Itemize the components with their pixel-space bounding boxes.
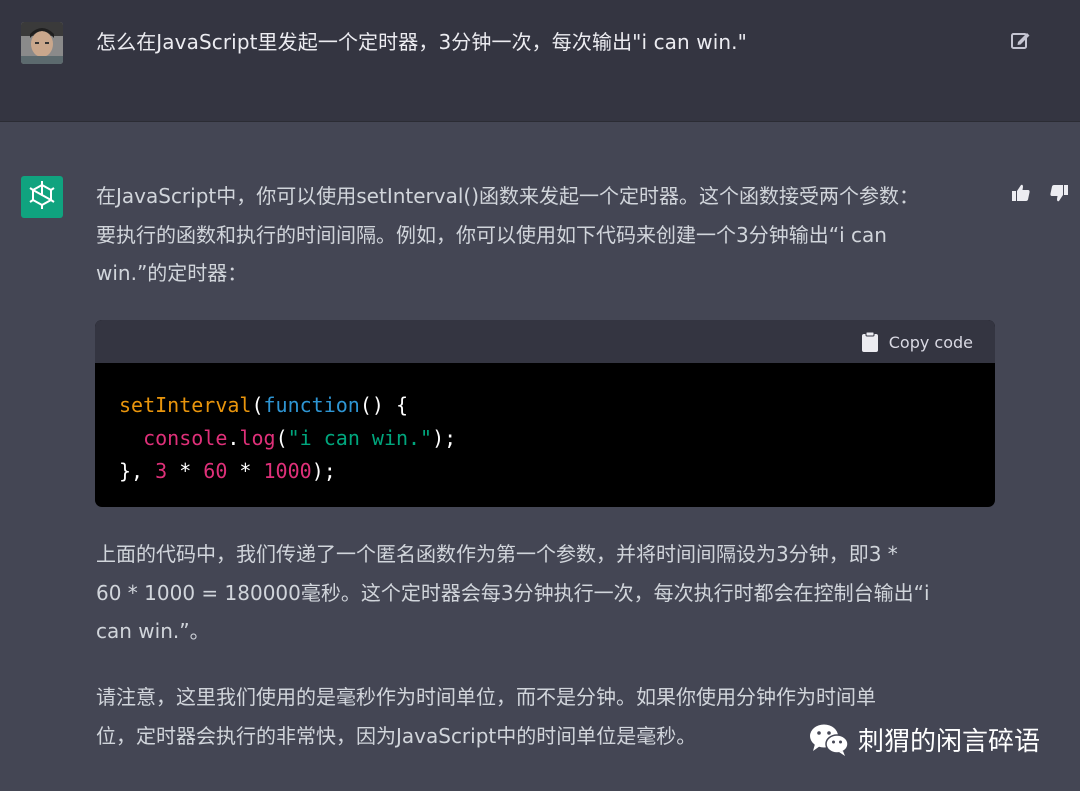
code-line-2: console.log("i can win."); [119, 426, 456, 450]
assistant-explanation: 上面的代码中，我们传递了一个匿名函数作为第一个参数，并将时间间隔设为3分钟，即3… [96, 535, 996, 651]
assistant-message-row: 在JavaScript中，你可以使用setInterval()函数来发起一个定时… [0, 122, 1080, 791]
assistant-intro: 在JavaScript中，你可以使用setInterval()函数来发起一个定时… [96, 177, 996, 293]
code-token: 1000 [263, 459, 312, 483]
watermark-text: 刺猬的闲言碎语 [858, 727, 1041, 757]
code-content: setInterval(function() { console.log("i … [95, 363, 995, 488]
note-line: 请注意，这里我们使用的是毫秒作为时间单位，而不是分钟。如果你使用分钟作为时间单 [96, 685, 876, 709]
clipboard-icon [861, 331, 878, 352]
explanation-line: can win.”。 [96, 619, 210, 643]
explanation-line: 60 * 1000 = 180000毫秒。这个定时器会每3分钟执行一次，每次执行… [96, 580, 930, 605]
code-token: console [143, 426, 228, 450]
user-message-text: 怎么在JavaScript里发起一个定时器，3分钟一次，每次输出"i can w… [96, 30, 747, 54]
code-token: 3 [155, 459, 168, 483]
explanation-line: 上面的代码中，我们传递了一个匿名函数作为第一个参数，并将时间间隔设为3分钟，即3… [96, 542, 898, 566]
copy-code-button[interactable]: Copy code [861, 330, 973, 354]
intro-line: 要执行的函数和执行的时间间隔。例如，你可以使用如下代码来创建一个3分钟输出“i … [96, 222, 887, 247]
code-token: "i can win." [287, 426, 433, 450]
code-line-3: }, 3 * 60 * 1000); [119, 459, 336, 483]
code-token: * [227, 459, 264, 483]
code-token: . [227, 426, 240, 450]
code-token: ); [311, 459, 336, 483]
intro-line: 在JavaScript中，你可以使用setInterval()函数来发起一个定时… [96, 184, 920, 208]
openai-logo-icon [21, 176, 63, 218]
code-token: setInterval [119, 393, 252, 417]
wechat-icon [810, 724, 849, 756]
code-line-1: setInterval(function() { [119, 393, 408, 417]
code-token: () { [359, 393, 408, 417]
code-token: 60 [203, 459, 228, 483]
watermark: 刺猬的闲言碎语 [808, 721, 1040, 758]
code-token: ( [251, 393, 264, 417]
code-token: * [167, 459, 204, 483]
edit-icon[interactable] [1010, 29, 1032, 51]
copy-code-label: Copy code [888, 332, 973, 352]
code-block: Copy code setInterval(function() { conso… [95, 320, 995, 507]
code-token: ( [275, 426, 288, 450]
user-avatar [21, 22, 63, 64]
code-token: log [239, 426, 276, 450]
code-token: function [263, 393, 360, 417]
thumbs-up-icon[interactable] [1010, 182, 1032, 204]
code-block-header: Copy code [95, 320, 995, 363]
intro-line: win.”的定时器： [96, 261, 248, 285]
code-token: }, [119, 459, 156, 483]
code-token: ); [432, 426, 457, 450]
thumbs-down-icon[interactable] [1048, 182, 1070, 204]
user-message-row: 怎么在JavaScript里发起一个定时器，3分钟一次，每次输出"i can w… [0, 0, 1080, 122]
